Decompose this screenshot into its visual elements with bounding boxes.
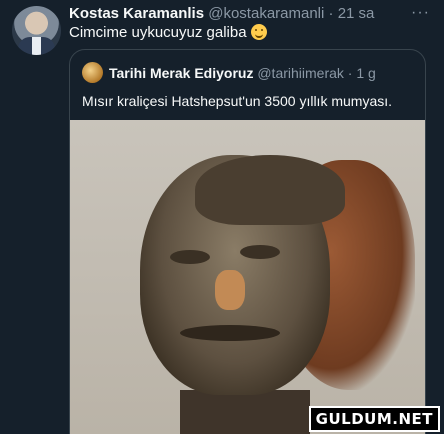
quoted-header: Tarihi Merak Ediyoruz @tarihiimerak · 1 …	[109, 65, 376, 81]
avatar-shirt	[32, 37, 41, 55]
head-wrapping	[195, 155, 345, 225]
left-eye	[170, 250, 210, 264]
separator: ·	[324, 5, 338, 22]
smiling-face-icon	[250, 24, 267, 40]
quoted-avatar[interactable]	[82, 62, 103, 83]
quoted-handle[interactable]: @tarihiimerak	[257, 65, 344, 81]
tweet-text-content: Cimcime uykucuyuz galiba	[69, 24, 247, 41]
mummy-nose	[215, 270, 245, 310]
avatar[interactable]	[12, 6, 61, 55]
author-name[interactable]: Kostas Karamanlis	[69, 5, 204, 22]
quoted-author-name[interactable]: Tarihi Merak Ediyoruz	[109, 65, 253, 81]
quoted-time[interactable]: 1 g	[356, 65, 375, 81]
right-eye	[240, 245, 280, 259]
mummy-neck	[180, 390, 310, 434]
quoted-separator: ·	[343, 65, 357, 81]
more-options-icon[interactable]: ···	[411, 4, 430, 22]
quoted-tweet[interactable]: Tarihi Merak Ediyoruz @tarihiimerak · 1 …	[69, 49, 426, 434]
quoted-text: Mısır kraliçesi Hatshepsut'un 3500 yıllı…	[82, 93, 393, 109]
author-handle[interactable]: @kostakaramanli	[208, 5, 324, 22]
mummy-mouth	[180, 325, 280, 341]
tweet-text: Cimcime uykucuyuz galiba	[69, 24, 267, 41]
tweet-header: Kostas Karamanlis @kostakaramanli · 21 s…	[69, 5, 374, 22]
tweet-time[interactable]: 21 sa	[338, 5, 375, 22]
watermark-logo: GULDUM.NET	[308, 406, 440, 432]
quoted-media-image[interactable]	[70, 120, 425, 434]
